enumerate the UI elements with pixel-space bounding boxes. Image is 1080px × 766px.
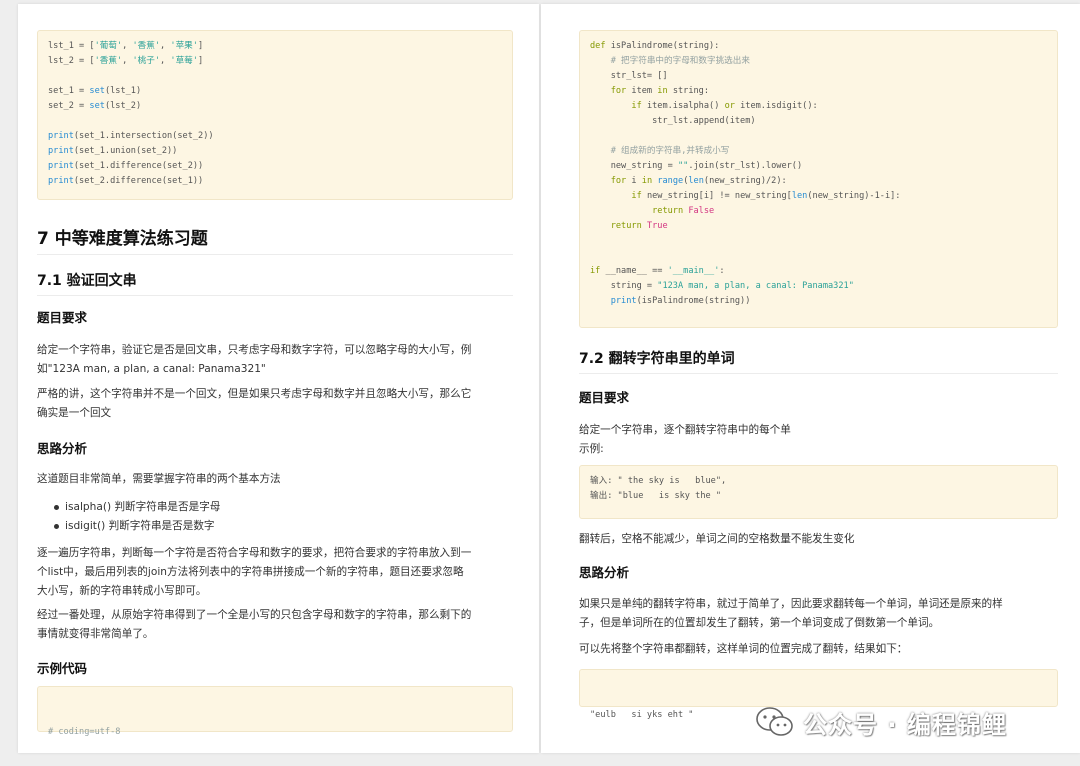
subsection-heading: 7.1 验证回文串 [37,270,513,296]
code-line: str_lst= [] [590,71,668,81]
code-line: if item.isalpha() or item.isdigit(): [631,101,818,111]
code-line: set_2 = set(lst_2) [48,101,142,111]
code-line: print(set_2.difference(set_1)) [48,176,204,186]
code-block-example: # coding=utf-8 [37,686,513,737]
code-line: set_1 = set(lst_1) [48,86,142,96]
requirement-heading: 题目要求 [579,390,630,405]
analysis-paragraph-2: 逐一遍历字符串，判断每一个字符是否符合字母和数字的要求，把符合要求的字符串放入到… [37,547,472,597]
list-item: isdigit() 判断字符串是否是数字 [51,517,513,536]
watermark: 公众号 · 编程锦鲤 [755,700,1007,744]
code-block-palindrome: def isPalindrome(string): # 把字符串中的字母和数字挑… [579,30,1058,328]
code-line: return True [610,221,668,231]
watermark-text: 公众号 · 编程锦鲤 [803,710,1007,739]
code-line: print(set_1.intersection(set_2)) [48,131,214,141]
code-line: for item in string: [610,86,710,96]
requirement-paragraph-1: 给定一个字符串，逐个翻转字符串中的每个单 示例: [579,424,791,455]
code-block-sample: 输入: " the sky is blue", 输出: "blue is sky … [579,465,1058,519]
code-line: if new_string[i] != new_string[len(new_s… [631,191,901,201]
code-block-sets: lst_1 = ['葡萄', '香蕉', '苹果'] lst_2 = ['香蕉',… [37,30,513,200]
code-line: lst_2 = ['香蕉', '桃子', '草莓'] [48,56,204,66]
section-heading: 7 中等难度算法练习题 [37,224,513,255]
wechat-icon [756,707,793,736]
method-list: isalpha() 判断字符串是否是字母 isdigit() 判断字符串是否是数… [37,498,513,536]
analysis-paragraph-1: 这道题目非常简单，需要掌握字符串的两个基本方法 [37,473,281,485]
code-line: return False [652,206,715,216]
code-line: def isPalindrome(string): [590,41,720,51]
code-line: str_lst.append(item) [590,116,756,126]
code-line: if __name__ == '__main__': [590,266,725,276]
code-line: 输出: "blue is sky the " [590,491,722,501]
code-line: lst_1 = ['葡萄', '香蕉', '苹果'] [48,41,204,51]
requirement-paragraph-2: 严格的讲，这个字符串并不是一个回文，但是如果只考虑字母和数字并且忽略大小写，那么… [37,388,472,419]
subsection-heading: 7.2 翻转字符串里的单词 [579,348,1058,374]
document-page-right: def isPalindrome(string): # 把字符串中的字母和数字挑… [541,4,1080,753]
code-line: new_string = "".join(str_lst).lower() [590,161,803,171]
code-line: print(set_1.union(set_2)) [48,146,178,156]
code-line: 输入: " the sky is blue", [590,476,727,486]
analysis-paragraph-1: 如果只是单纯的翻转字符串，就过于简单了，因此要求翻转每一个单词，单词还是原来的样… [579,598,1003,629]
analysis-paragraph-3: 经过一番处理，从原始字符串得到了一个全是小写的只包含字母和数字的字符串，那么剩下… [37,609,472,640]
code-line: print(set_1.difference(set_2)) [48,161,204,171]
document-page-left: lst_1 = ['葡萄', '香蕉', '苹果'] lst_2 = ['香蕉',… [18,4,539,753]
code-line: print(isPalindrome(string)) [610,296,751,306]
code-line: for i in range(len(new_string)/2): [610,176,787,186]
list-item: isalpha() 判断字符串是否是字母 [51,498,513,517]
analysis-heading: 思路分析 [37,441,88,456]
requirement-heading: 题目要求 [37,310,88,325]
example-code-heading: 示例代码 [37,661,88,676]
requirement-paragraph-1: 给定一个字符串，验证它是否是回文串，只考虑字母和数字字符，可以忽略字母的大小写，… [37,344,472,375]
analysis-heading: 思路分析 [579,565,630,580]
code-line: # 组成新的字符串,并转成小写 [610,146,730,156]
code-line: string = "123A man, a plan, a canal: Pan… [590,281,854,291]
requirement-paragraph-2: 翻转后，空格不能减少，单词之间的空格数量不能发生变化 [579,533,855,545]
code-line: # 把字符串中的字母和数字挑选出来 [610,56,750,66]
analysis-paragraph-2: 可以先将整个字符串都翻转，这样单词的位置完成了翻转，结果如下： [579,643,908,655]
